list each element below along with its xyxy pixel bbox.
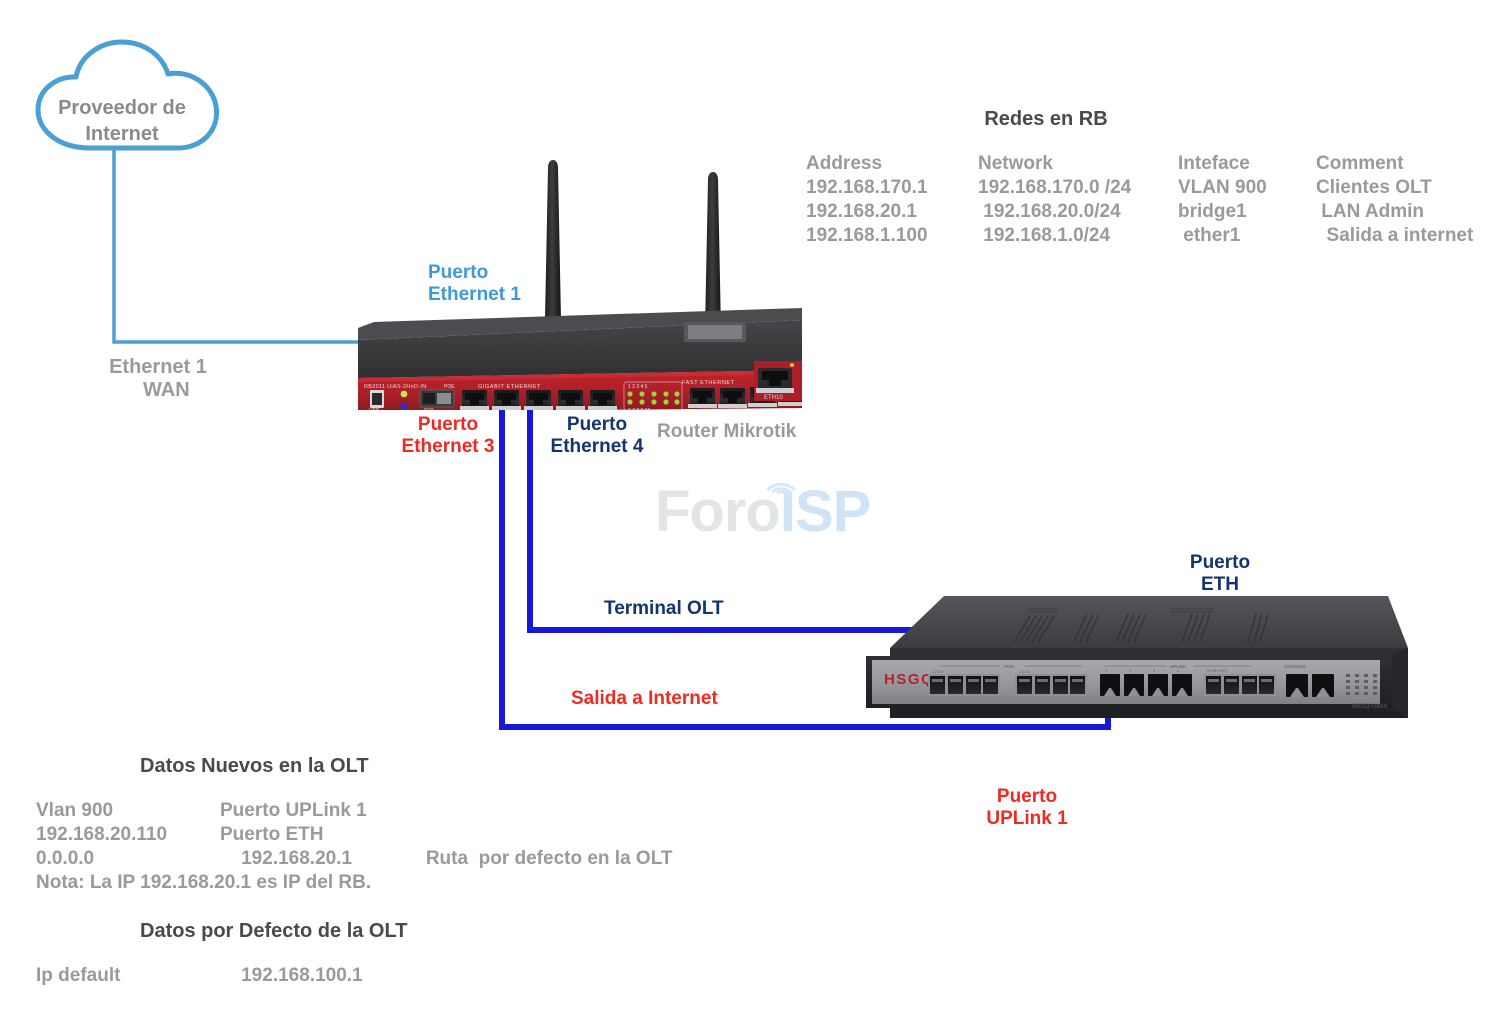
svg-text:FAST ETHERNET: FAST ETHERNET	[682, 380, 735, 386]
cell-value: Puerto ETH	[220, 824, 324, 845]
svg-text:MIKROTIK: MIKROTIK	[472, 335, 514, 342]
datos-nuevos-table: Vlan 900 Puerto UPLink 1 192.168.20.110 …	[36, 800, 673, 872]
svg-text:6 7 8 9 10: 6 7 8 9 10	[628, 408, 650, 410]
table-row: 192.168.20.1 192.168.20.0/24 bridge1 LAN…	[806, 201, 1496, 225]
datos-nuevos-panel: Datos Nuevos en la OLT Vlan 900 Puerto U…	[36, 755, 736, 894]
cell-address: 192.168.1.100	[806, 225, 928, 246]
cell-address: 192.168.20.1	[806, 201, 917, 222]
col-header-comment: Comment	[1316, 153, 1404, 174]
svg-text:USB: USB	[369, 408, 380, 410]
cell-key: Ip default	[36, 965, 121, 986]
table-header-row: Address Network Inteface Comment	[806, 153, 1496, 177]
svg-text:3: 3	[1153, 669, 1155, 673]
svg-text:1: 1	[1105, 669, 1107, 673]
cell-value: Puerto UPLink 1	[220, 800, 367, 821]
cell-note	[410, 824, 673, 848]
cell-network: 192.168.20.0/24	[978, 201, 1121, 222]
svg-text:HSGQ: HSGQ	[884, 671, 934, 688]
redes-en-rb-table: Address Network Inteface Comment 192.168…	[806, 153, 1496, 249]
cell-inteface: ether1	[1178, 225, 1241, 246]
cell-comment: LAN Admin	[1316, 201, 1425, 222]
cell-address: 192.168.170.1	[806, 177, 928, 198]
svg-text:SFP: SFP	[424, 408, 434, 410]
table-row: Ip default 192.168.100.1	[36, 965, 410, 989]
datos-defecto-panel: Datos por Defecto de la OLT Ip default 1…	[36, 920, 656, 989]
col-header-inteface: Inteface	[1178, 153, 1250, 174]
mikrotik-router-device: routerboard MIKROTIK RB2011 UiAS-2HnD-IN…	[358, 160, 802, 410]
router-antenna-left	[545, 160, 561, 328]
label-ethernet1-wan: Ethernet 1 WAN	[109, 356, 207, 401]
cell-network: 192.168.1.0/24	[978, 225, 1111, 246]
svg-text:GIGABIT ETHERNET: GIGABIT ETHERNET	[478, 384, 541, 390]
datos-nuevos-title: Datos Nuevos en la OLT	[140, 755, 369, 777]
table-row: 192.168.20.110 Puerto ETH	[36, 824, 673, 848]
cell-key: 0.0.0.0	[36, 848, 95, 869]
table-row: 0.0.0.0 192.168.20.1 Ruta por defecto en…	[36, 848, 673, 872]
cell-comment: Clientes OLT	[1316, 177, 1432, 198]
router-port-eth10: ETH10	[754, 361, 802, 401]
table-row: 192.168.1.100 192.168.1.0/24 ether1 Sali…	[806, 225, 1496, 249]
svg-text:1 2 3 4 5: 1 2 3 4 5	[628, 384, 648, 390]
svg-text:HSGQ-G8XX: HSGQ-G8XX	[1352, 704, 1388, 710]
svg-text:2: 2	[1129, 669, 1131, 673]
cell-key: 192.168.20.110	[36, 824, 168, 845]
col-header-address: Address	[806, 153, 883, 174]
cell-network: 192.168.170.0 /24	[978, 177, 1132, 198]
router-gigabit-ports: ETH1 ETH2 ETH3 ETH4	[460, 390, 617, 410]
label-terminal-olt: Terminal OLT	[604, 598, 724, 619]
svg-text:4: 4	[1177, 669, 1179, 673]
cell-note: Ruta por defecto en la OLT	[410, 848, 673, 869]
label-puerto-eth-olt: Puerto ETH	[1189, 552, 1251, 595]
cell-value: 192.168.20.1	[220, 848, 353, 869]
cell-note	[410, 800, 673, 824]
svg-text:RB2011 UiAS-2HnD-IN: RB2011 UiAS-2HnD-IN	[364, 384, 426, 390]
cell-comment: Salida a internet	[1316, 225, 1474, 246]
label-router-mikrotik: Router Mikrotik	[657, 421, 797, 442]
svg-text:1 2 3 4: 1 2 3 4	[1019, 670, 1030, 674]
svg-text:POE: POE	[444, 384, 455, 390]
svg-text:CONSOLE: CONSOLE	[1284, 664, 1306, 669]
svg-text:PON: PON	[1004, 664, 1014, 669]
table-row: 192.168.170.1 192.168.170.0 /24 VLAN 900…	[806, 177, 1496, 201]
label-salida-a-internet: Salida a Internet	[571, 688, 718, 709]
svg-text:ETH10: ETH10	[764, 395, 783, 401]
svg-text:5 6 SF1 SF2: 5 6 SF1 SF2	[1207, 669, 1227, 673]
label-puerto-uplink-1: Puerto UPLink 1	[986, 786, 1068, 829]
redes-en-rb-panel: Redes en RB Address Network Inteface Com…	[806, 108, 1496, 249]
datos-defecto-table: Ip default 192.168.100.1	[36, 965, 410, 989]
redes-en-rb-title: Redes en RB	[984, 108, 1108, 130]
label-puerto-ethernet-3: Puerto Ethernet 3	[401, 414, 495, 457]
cell-inteface: bridge1	[1178, 201, 1247, 222]
hsgq-olt-device: HSGQ PON UPLINK CONSOLE 1 2 3 4 1 2 3 4 …	[866, 596, 1408, 718]
datos-defecto-title: Datos por Defecto de la OLT	[140, 920, 408, 942]
col-header-network: Network	[978, 153, 1053, 174]
svg-text:1 2 3 4: 1 2 3 4	[932, 670, 943, 674]
network-diagram-canvas: Proveedor de Internet routerboard MIKROT…	[0, 0, 1500, 1031]
cloud-label: Proveedor de Internet	[58, 97, 186, 145]
table-row: Vlan 900 Puerto UPLink 1	[36, 800, 673, 824]
cell-value: 192.168.100.1	[220, 965, 363, 986]
label-puerto-ethernet-1: Puerto Ethernet 1	[428, 262, 521, 305]
cell-inteface: VLAN 900	[1178, 177, 1267, 198]
label-puerto-ethernet-4: Puerto Ethernet 4	[550, 414, 644, 457]
datos-nuevos-note: Nota: La IP 192.168.20.1 es IP del RB.	[36, 872, 372, 893]
cell-key: Vlan 900	[36, 800, 114, 821]
